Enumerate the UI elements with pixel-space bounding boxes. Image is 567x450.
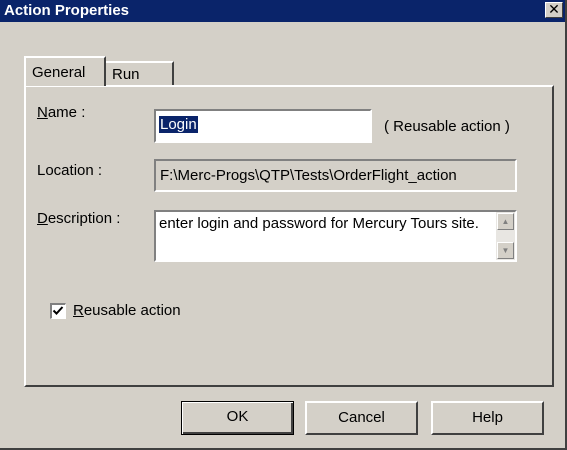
location-field: F:\Merc-Progs\QTP\Tests\OrderFlight_acti… — [154, 159, 517, 192]
description-label-accesskey: D — [37, 210, 48, 227]
checkmark-icon — [52, 306, 64, 315]
tab-general-label: General — [32, 64, 86, 81]
location-value: F:\Merc-Progs\QTP\Tests\OrderFlight_acti… — [160, 167, 457, 184]
name-label: Name : — [37, 104, 85, 121]
cancel-button[interactable]: Cancel — [305, 401, 418, 435]
tab-general[interactable]: General — [24, 56, 106, 86]
ok-button[interactable]: OK — [181, 401, 294, 435]
action-properties-dialog: Action Properties ✕ General Run Name : L… — [0, 0, 567, 450]
name-input[interactable]: Login — [154, 109, 372, 143]
window-title: Action Properties — [4, 2, 130, 19]
name-label-accesskey: N — [37, 104, 48, 121]
name-input-value: Login — [159, 116, 198, 133]
description-scrollbar[interactable]: ▲ ▼ — [496, 212, 515, 260]
reusable-action-note: ( Reusable action ) — [384, 118, 510, 135]
location-label: Location : — [37, 162, 103, 179]
description-value: enter login and password for Mercury Tou… — [159, 215, 479, 232]
scroll-down-button[interactable]: ▼ — [497, 242, 514, 259]
close-icon: ✕ — [548, 1, 560, 17]
arrow-down-icon: ▼ — [501, 246, 510, 255]
description-label-text: escription : — [47, 210, 121, 227]
title-bar[interactable]: Action Properties ✕ — [0, 0, 565, 22]
description-textarea[interactable]: enter login and password for Mercury Tou… — [154, 210, 517, 262]
tab-run[interactable]: Run — [104, 61, 174, 87]
scroll-up-button[interactable]: ▲ — [497, 213, 514, 230]
help-button[interactable]: Help — [431, 401, 544, 435]
name-label-text: ame : — [47, 104, 86, 121]
description-label: Description : — [37, 210, 120, 227]
reusable-action-checkbox[interactable] — [50, 303, 66, 319]
reusable-action-label[interactable]: Reusable action — [73, 302, 181, 319]
reusable-action-accesskey: R — [73, 302, 84, 319]
tab-run-label: Run — [112, 66, 140, 83]
close-button[interactable]: ✕ — [545, 2, 563, 18]
arrow-up-icon: ▲ — [501, 217, 510, 226]
reusable-action-text: eusable action — [83, 302, 181, 319]
